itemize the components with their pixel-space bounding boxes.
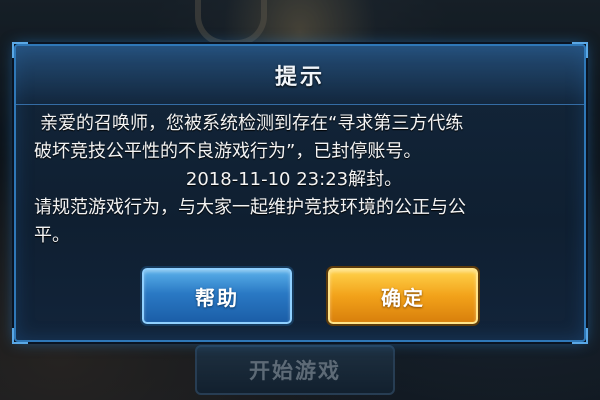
game-screen: 开始游戏 提示 亲爱的召唤师，您被系统检测到存在“寻求第三方代练 破坏竞技公平性… xyxy=(0,0,600,400)
message-line: 亲爱的召唤师，您被系统检测到存在“寻求第三方代练 xyxy=(40,113,464,134)
dialog-corner-ornament xyxy=(572,328,588,344)
notice-dialog: 提示 亲爱的召唤师，您被系统检测到存在“寻求第三方代练 破坏竞技公平性的不良游戏… xyxy=(12,42,588,344)
message-line: 请规范游戏行为，与大家一起维护竞技环境的公正与公 xyxy=(34,197,466,218)
dialog-header: 提示 xyxy=(16,46,584,105)
message-line: 平。 xyxy=(34,225,70,246)
dialog-title: 提示 xyxy=(274,65,325,90)
dialog-corner-ornament xyxy=(12,328,28,344)
help-button[interactable]: 帮助 xyxy=(142,268,292,324)
unban-time-line: 2018-11-10 23:23解封。 xyxy=(185,169,403,190)
confirm-button[interactable]: 确定 xyxy=(328,268,478,324)
message-line: 破坏竞技公平性的不良游戏行为”，已封停账号。 xyxy=(34,141,422,162)
dialog-message: 亲爱的召唤师，您被系统检测到存在“寻求第三方代练 破坏竞技公平性的不良游戏行为”… xyxy=(34,110,574,250)
